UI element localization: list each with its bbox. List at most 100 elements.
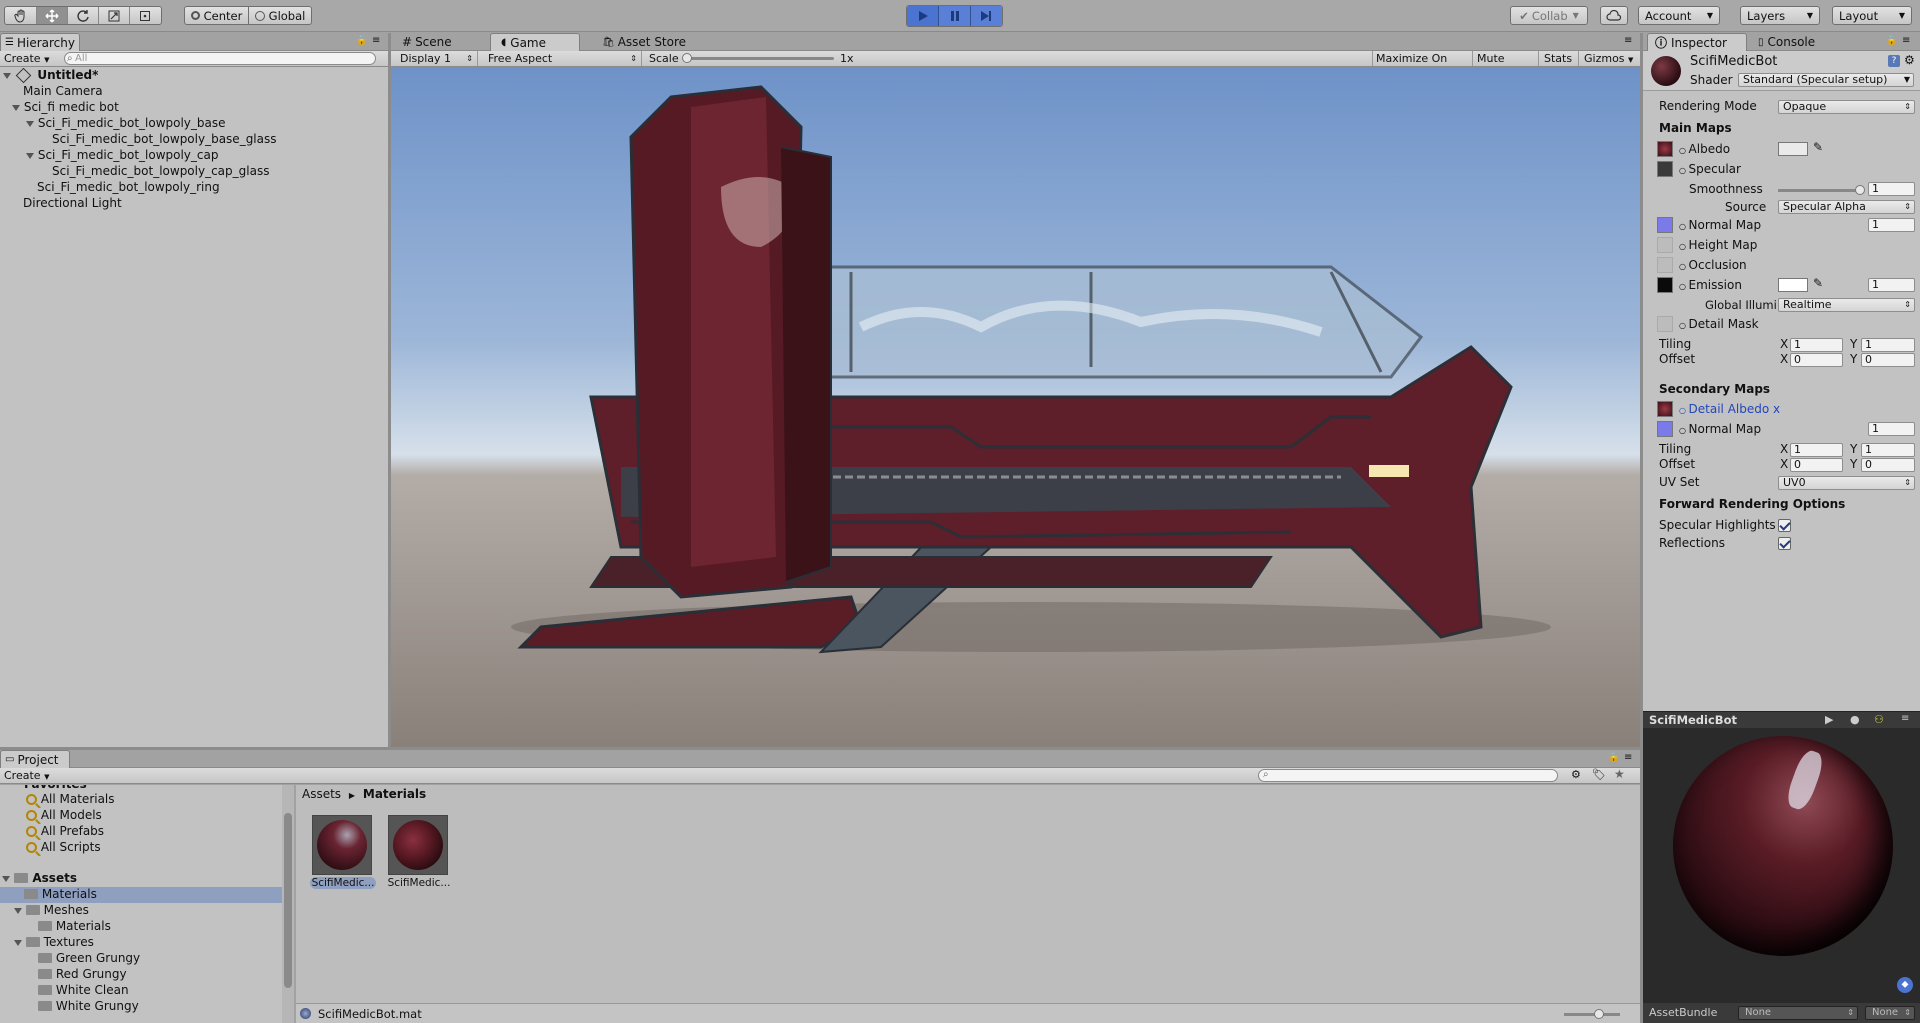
tree-item[interactable]: White Grungy: [38, 999, 139, 1015]
tree-item[interactable]: Red Grungy: [38, 967, 127, 983]
help-icon[interactable]: ?: [1888, 55, 1900, 67]
hierarchy-item[interactable]: Sci_Fi_medic_bot_lowpoly_base_glass: [52, 132, 277, 148]
occlusion-slot[interactable]: [1657, 257, 1673, 273]
game-viewport[interactable]: [391, 67, 1640, 747]
scale-slider[interactable]: [682, 53, 834, 63]
tree-item[interactable]: White Clean: [38, 983, 129, 999]
panel-menu-icon[interactable]: ≡: [1902, 35, 1910, 46]
mute-audio-toggle[interactable]: Mute Audio: [1472, 51, 1538, 80]
breadcrumb-assets[interactable]: Assets: [302, 787, 341, 801]
asset-tile[interactable]: ScifiMedic...: [388, 815, 450, 893]
hierarchy-item[interactable]: Sci_Fi_medic_bot_lowpoly_cap_glass: [52, 164, 269, 180]
favorite-star-icon[interactable]: ★: [1614, 767, 1625, 781]
hierarchy-item[interactable]: Sci_Fi_medic_bot_lowpoly_cap: [26, 148, 218, 164]
smoothness-value-field[interactable]: 1: [1868, 182, 1915, 196]
albedo-texture-slot[interactable]: [1657, 141, 1673, 157]
hierarchy-item[interactable]: Sci_Fi_medic_bot_lowpoly_ring: [37, 180, 220, 196]
project-create-button[interactable]: Create ▼: [4, 769, 49, 782]
scale-tool-icon[interactable]: [99, 7, 130, 24]
hand-tool-icon[interactable]: [6, 7, 37, 24]
material-preview[interactable]: ⬥: [1643, 728, 1920, 1003]
tab-asset-store[interactable]: 🛍 Asset Store: [598, 33, 708, 51]
gear-icon[interactable]: ⚙: [1904, 53, 1915, 67]
specular-texture-slot[interactable]: [1657, 161, 1673, 177]
favorite-item[interactable]: All Scripts: [26, 840, 101, 856]
layout-dropdown[interactable]: Layout ▼: [1832, 6, 1912, 25]
secondary-tiling-x-field[interactable]: 1: [1790, 443, 1843, 457]
offset-y-field[interactable]: 0: [1861, 353, 1915, 367]
secondary-tiling-y-field[interactable]: 1: [1861, 443, 1915, 457]
rect-tool-icon[interactable]: [130, 7, 160, 24]
stats-toggle[interactable]: Stats: [1538, 51, 1578, 66]
cloud-button[interactable]: [1600, 6, 1628, 25]
project-search-input[interactable]: ⌕: [1258, 769, 1558, 782]
play-button[interactable]: [907, 6, 940, 26]
secondary-offset-x-field[interactable]: 0: [1790, 458, 1843, 472]
panel-menu-icon[interactable]: ≡: [1624, 752, 1632, 763]
height-map-slot[interactable]: [1657, 237, 1673, 253]
detail-mask-slot[interactable]: [1657, 316, 1673, 332]
reflections-checkbox[interactable]: [1778, 537, 1791, 550]
normal-map-slot[interactable]: [1657, 217, 1673, 233]
account-dropdown[interactable]: Account ▼: [1638, 6, 1720, 25]
panel-menu-icon[interactable]: ≡: [372, 35, 380, 46]
secondary-normal-map-slot[interactable]: [1657, 421, 1673, 437]
tiling-x-field[interactable]: 1: [1790, 338, 1843, 352]
hierarchy-item[interactable]: Directional Light: [23, 196, 122, 212]
uv-set-dropdown[interactable]: UV0 ⇕: [1778, 476, 1915, 490]
pivot-center-button[interactable]: Center: [184, 6, 249, 25]
tab-game[interactable]: ◖ Game: [490, 33, 580, 51]
move-tool-icon[interactable]: [37, 7, 68, 24]
rotate-tool-icon[interactable]: [68, 7, 99, 24]
filter-by-label-icon[interactable]: 🏷: [1592, 768, 1606, 781]
assetbundle-variant-dropdown[interactable]: None ⇕: [1865, 1006, 1915, 1020]
source-dropdown[interactable]: Specular Alpha ⇕: [1778, 200, 1915, 214]
lock-icon[interactable]: 🔒: [1886, 36, 1897, 46]
layers-dropdown[interactable]: Layers ▼: [1740, 6, 1820, 25]
panel-menu-icon[interactable]: ≡: [1901, 713, 1909, 724]
tab-scene[interactable]: # Scene: [398, 33, 488, 51]
assetbundle-dropdown[interactable]: None ⇕: [1738, 1006, 1858, 1020]
scene-row[interactable]: Untitled*: [0, 68, 98, 84]
secondary-normal-value-field[interactable]: 1: [1868, 422, 1915, 436]
smoothness-slider[interactable]: [1778, 185, 1865, 195]
step-button[interactable]: [970, 6, 1002, 26]
detail-albedo-label[interactable]: ○ Detail Albedo x: [1679, 402, 1780, 416]
favorite-item[interactable]: All Materials: [26, 792, 115, 808]
tab-inspector[interactable]: ⓘ Inspector: [1647, 33, 1747, 51]
hierarchy-search-input[interactable]: ⌕ All: [64, 52, 376, 65]
tree-item-textures[interactable]: Textures: [14, 935, 94, 951]
aspect-dropdown[interactable]: Free Aspect ⇕: [484, 51, 642, 66]
gizmos-dropdown[interactable]: Gizmos ▼: [1578, 51, 1638, 66]
preview-play-icon[interactable]: ▶: [1825, 713, 1833, 726]
favorite-item[interactable]: All Models: [26, 808, 102, 824]
tab-project[interactable]: ▭ Project: [0, 750, 70, 768]
maximize-on-play-toggle[interactable]: Maximize On Play: [1372, 51, 1472, 80]
tree-item-materials[interactable]: Materials: [0, 887, 282, 903]
global-illum-dropdown[interactable]: Realtime ⇕: [1778, 298, 1915, 312]
tiling-y-field[interactable]: 1: [1861, 338, 1915, 352]
hierarchy-item[interactable]: Sci_fi medic bot: [12, 100, 119, 116]
label-tag-icon[interactable]: ⬥: [1897, 977, 1913, 993]
shader-dropdown[interactable]: Standard (Specular setup) ▼: [1738, 73, 1914, 87]
hierarchy-item[interactable]: Sci_Fi_medic_bot_lowpoly_base: [26, 116, 226, 132]
normal-map-value-field[interactable]: 1: [1868, 218, 1915, 232]
lock-icon[interactable]: 🔒: [1608, 753, 1619, 763]
lock-icon[interactable]: 🔒: [356, 36, 367, 46]
pivot-global-button[interactable]: Global: [249, 6, 312, 25]
detail-albedo-slot[interactable]: [1657, 401, 1673, 417]
thumbnail-size-slider[interactable]: [1564, 1009, 1620, 1019]
tree-item-meshes[interactable]: Meshes: [14, 903, 89, 919]
eyedropper-icon[interactable]: ✎: [1813, 140, 1823, 154]
preview-sphere-icon[interactable]: ●: [1850, 713, 1860, 726]
asset-tile[interactable]: ScifiMedic...: [310, 815, 376, 893]
display-dropdown[interactable]: Display 1 ⇕: [396, 51, 478, 66]
offset-x-field[interactable]: 0: [1790, 353, 1843, 367]
albedo-color-swatch[interactable]: [1778, 142, 1808, 156]
rendering-mode-dropdown[interactable]: Opaque ⇕: [1778, 100, 1915, 114]
breadcrumb-materials[interactable]: Materials: [363, 787, 426, 801]
assets-root[interactable]: Assets: [2, 871, 77, 887]
filter-by-type-icon[interactable]: ⚙: [1571, 768, 1581, 781]
eyedropper-icon[interactable]: ✎: [1813, 276, 1823, 290]
hierarchy-create-button[interactable]: Create ▼: [4, 52, 49, 65]
